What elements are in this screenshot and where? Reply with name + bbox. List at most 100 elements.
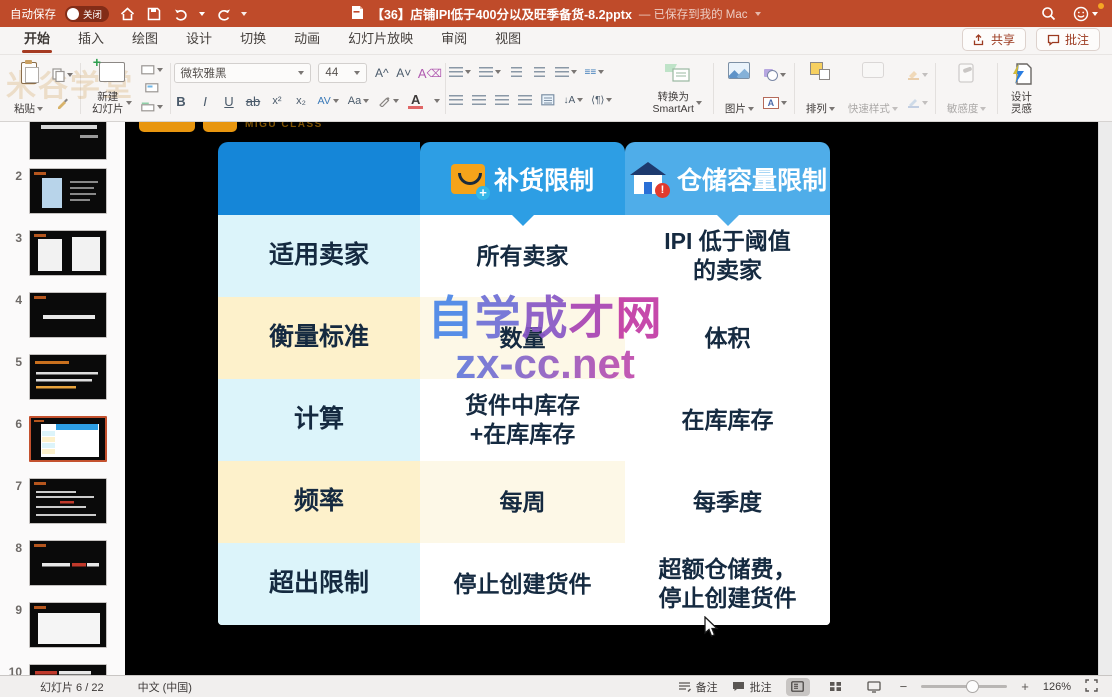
slide-thumbnail-6[interactable] — [29, 416, 107, 462]
italic-button[interactable]: I — [198, 93, 213, 109]
autosave-toggle[interactable]: 关闭 — [65, 6, 109, 22]
zoom-slider[interactable] — [921, 685, 1007, 688]
font-size-select[interactable]: 44 — [318, 63, 367, 83]
search-icon[interactable] — [1039, 5, 1057, 23]
undo-icon[interactable] — [172, 5, 190, 23]
undo-dropdown-icon[interactable] — [199, 12, 205, 16]
bold-button[interactable]: B — [174, 93, 189, 109]
slide-layout-icon[interactable] — [141, 62, 163, 78]
comments-button[interactable]: 批注 — [1036, 28, 1100, 51]
migu-logo-block-icon — [203, 122, 237, 132]
zoom-in-icon[interactable]: + — [1021, 679, 1029, 694]
picture-icon — [728, 62, 750, 79]
convert-smartart-button[interactable]: 转换为 SmartArt — [649, 60, 706, 118]
design-ideas-button[interactable]: 设计 灵感 — [1005, 60, 1037, 118]
subscript-button[interactable]: x₂ — [294, 93, 309, 109]
paste-button[interactable]: 粘贴 — [10, 60, 47, 118]
decrease-indent-icon[interactable] — [509, 64, 524, 80]
slide-thumbnail-1[interactable] — [29, 122, 107, 160]
format-painter-icon[interactable] — [52, 95, 73, 111]
tab-设计[interactable]: 设计 — [174, 24, 224, 54]
align-left-icon[interactable] — [449, 92, 464, 108]
zoom-slider-handle[interactable] — [966, 680, 979, 693]
ribbon-tabs: 开始插入绘图设计切换动画幻灯片放映审阅视图 — [12, 24, 533, 54]
tab-切换[interactable]: 切换 — [228, 24, 278, 54]
slide-thumbnail-5[interactable] — [29, 354, 107, 400]
arrange-button[interactable]: 排列 — [802, 60, 839, 118]
share-button[interactable]: 共享 — [962, 28, 1026, 51]
shape-outline-icon[interactable] — [907, 95, 928, 111]
highlight-pen-icon[interactable] — [378, 93, 399, 109]
zoom-level[interactable]: 126% — [1043, 681, 1071, 693]
fit-to-window-icon[interactable] — [1085, 679, 1098, 695]
notes-button[interactable]: 备注 — [678, 679, 718, 695]
font-color-dropdown-icon[interactable] — [434, 99, 440, 103]
char-spacing-button[interactable]: AV — [318, 93, 339, 109]
slide-canvas[interactable]: MIGU CLASS 补货限制 ! 仓储容量限制 — [125, 122, 1098, 675]
copy-icon[interactable] — [52, 67, 73, 83]
columns-icon[interactable]: ≡≡ — [585, 64, 605, 80]
align-right-icon[interactable] — [495, 92, 510, 108]
reset-slide-icon[interactable] — [141, 80, 163, 96]
slide-thumbnail-9[interactable] — [29, 602, 107, 648]
table-cell: 数量 — [420, 297, 625, 379]
section-icon[interactable] — [141, 99, 163, 115]
slide-thumbnail-7[interactable] — [29, 478, 107, 524]
tab-开始[interactable]: 开始 — [12, 24, 62, 54]
superscript-button[interactable]: x² — [270, 93, 285, 109]
vertical-scrollbar[interactable] — [1098, 122, 1112, 675]
align-center-icon[interactable] — [472, 92, 487, 108]
shape-fill-icon[interactable] — [907, 67, 928, 83]
tab-审阅[interactable]: 审阅 — [429, 24, 479, 54]
tab-插入[interactable]: 插入 — [66, 24, 116, 54]
grow-font-icon[interactable]: A^ — [374, 65, 389, 81]
tab-视图[interactable]: 视图 — [483, 24, 533, 54]
align-text-icon[interactable]: ⟨¶⟩ — [591, 92, 612, 108]
slide-number: 10 — [0, 664, 22, 675]
quick-styles-button[interactable]: 快速样式 — [844, 60, 902, 118]
comments-label: 批注 — [1065, 31, 1089, 48]
redo-icon[interactable] — [214, 5, 232, 23]
change-case-button[interactable]: Aa — [348, 93, 369, 109]
justify-icon[interactable] — [518, 92, 533, 108]
document-title[interactable]: 【36】店铺IPI低于400分以及旺季备货-8.2pptx — [371, 4, 631, 23]
slide-thumbnail-3[interactable] — [29, 230, 107, 276]
document-save-status[interactable]: — 已保存到我的 Mac — [639, 6, 748, 22]
tab-绘图[interactable]: 绘图 — [120, 24, 170, 54]
slide-comparison-table[interactable]: 补货限制 ! 仓储容量限制 适用卖家所有卖家IPI 低于阈值 的卖家衡量标准数量… — [218, 142, 830, 625]
normal-view-button[interactable] — [786, 678, 810, 696]
distribute-icon[interactable] — [541, 92, 556, 108]
quick-access-dropdown-icon[interactable] — [241, 12, 247, 16]
line-spacing-icon[interactable] — [555, 64, 577, 80]
slide-thumbnail-4[interactable] — [29, 292, 107, 338]
home-icon[interactable] — [118, 5, 136, 23]
slide-thumbnail-8[interactable] — [29, 540, 107, 586]
tab-幻灯片放映[interactable]: 幻灯片放映 — [336, 24, 425, 54]
slide-thumbnail-10[interactable] — [29, 664, 107, 675]
shrink-font-icon[interactable]: A˅ — [396, 65, 411, 81]
tab-动画[interactable]: 动画 — [282, 24, 332, 54]
title-dropdown-icon[interactable] — [755, 12, 761, 16]
bullets-icon[interactable] — [449, 64, 471, 80]
numbering-icon[interactable] — [479, 64, 501, 80]
text-direction-icon[interactable]: ↓A — [564, 92, 584, 108]
strikethrough-button[interactable]: ab — [246, 93, 261, 109]
language-indicator[interactable]: 中文 (中国) — [138, 679, 192, 695]
font-name-select[interactable]: 微软雅黑 — [174, 63, 312, 83]
slideshow-view-button[interactable] — [862, 678, 886, 696]
clear-formatting-icon[interactable]: A⌫ — [418, 65, 441, 81]
slide-sorter-view-button[interactable] — [824, 678, 848, 696]
save-icon[interactable] — [145, 5, 163, 23]
textbox-icon[interactable]: A — [763, 95, 787, 111]
underline-button[interactable]: U — [222, 93, 237, 109]
slide-thumbnail-2[interactable] — [29, 168, 107, 214]
picture-button[interactable]: 图片 — [721, 60, 758, 118]
font-color-button[interactable]: A — [408, 93, 423, 109]
statusbar-comments-button[interactable]: 批注 — [732, 679, 772, 695]
zoom-out-icon[interactable]: − — [900, 679, 908, 694]
shapes-icon[interactable] — [763, 67, 787, 83]
new-slide-button[interactable]: 新建 幻灯片 — [88, 60, 136, 118]
increase-indent-icon[interactable] — [532, 64, 547, 80]
sensitivity-button[interactable]: 敏感度 — [943, 60, 991, 118]
account-smiley-icon[interactable] — [1073, 5, 1098, 23]
